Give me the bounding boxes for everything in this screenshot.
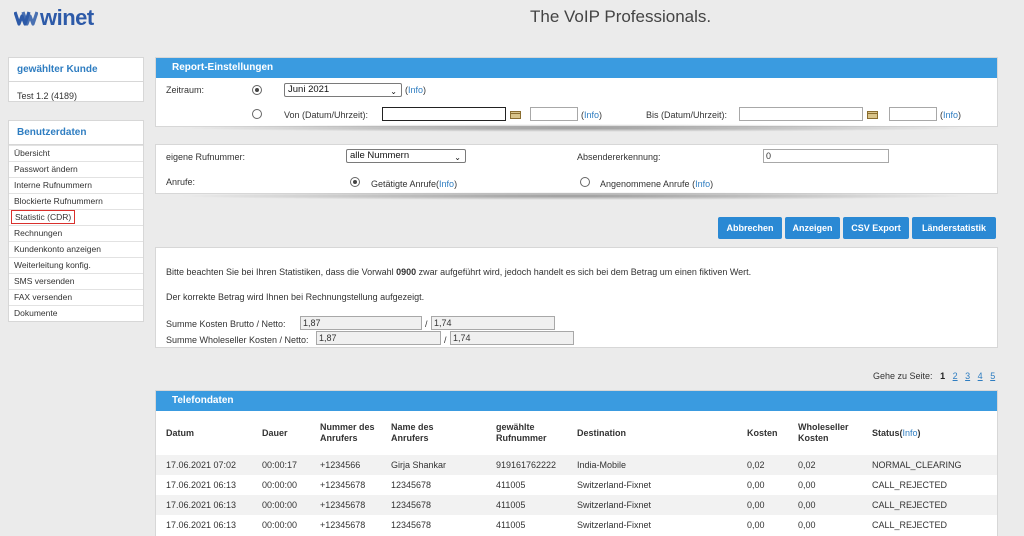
sum-slash: / (425, 319, 428, 329)
to-info-link[interactable]: Info (943, 110, 958, 120)
col-destination: Destination (577, 428, 627, 438)
panel-shadow (175, 192, 975, 200)
from-info: (Info) (581, 110, 603, 120)
winet-logo-icon (14, 11, 38, 26)
country-stats-button[interactable]: Länderstatistik (912, 217, 996, 239)
sender-input[interactable]: 0 (763, 149, 889, 163)
to-label: Bis (Datum/Uhrzeit): (646, 110, 728, 120)
phone-data-title: Telefondaten (156, 391, 997, 411)
page-4[interactable]: 4 (978, 371, 983, 381)
user-menu-title: Benutzerdaten (9, 121, 143, 145)
chevron-down-icon: ⌄ (390, 87, 397, 96)
col-dauer: Dauer (262, 428, 288, 438)
outgoing-calls-label: Getätigte Anrufe(Info) (371, 179, 458, 189)
csv-export-button[interactable]: CSV Export (843, 217, 909, 239)
table-row[interactable]: 17.06.2021 07:02 00:00:17 +1234566 Girja… (156, 455, 997, 475)
incoming-info-link[interactable]: Info (695, 179, 710, 189)
page-3[interactable]: 3 (965, 371, 970, 381)
month-info: (Info) (405, 85, 427, 95)
sidebar-item-dokumente[interactable]: Dokumente (9, 305, 143, 321)
sum-netto-field: 1,74 (431, 316, 555, 330)
outgoing-calls-radio[interactable] (350, 177, 360, 187)
sidebar-item-weiterleitung[interactable]: Weiterleitung konfig. (9, 257, 143, 273)
col-name: Name des Anrufers (391, 422, 434, 443)
report-settings-panel: Report-Einstellungen Zeitraum: Juni 2021… (155, 57, 998, 127)
col-status: Status(Info) (872, 428, 921, 438)
wholesale-slash: / (444, 335, 447, 345)
incoming-calls-radio[interactable] (580, 177, 590, 187)
sidebar-item-passwort[interactable]: Passwort ändern (9, 161, 143, 177)
col-nummer: Nummer des Anrufers (320, 422, 375, 443)
table-header-row: Datum Dauer Nummer des Anrufers Name des… (156, 411, 997, 455)
calls-label: Anrufe: (166, 177, 196, 187)
zeitraum-range-radio[interactable] (252, 109, 262, 119)
notice-panel: Bitte beachten Sie bei Ihren Statistiken… (155, 247, 998, 348)
table-row[interactable]: 17.06.2021 06:13 00:00:00 +12345678 1234… (156, 515, 997, 535)
pager: Gehe zu Seite: 1 2 3 4 5 (873, 371, 995, 381)
pager-label: Gehe zu Seite: (873, 371, 933, 381)
sidebar-item-rechnungen[interactable]: Rechnungen (9, 225, 143, 241)
sum-brutto-field: 1,87 (300, 316, 422, 330)
sidebar-item-uebersicht[interactable]: Übersicht (9, 145, 143, 161)
own-number-select[interactable]: alle Nummern ⌄ (346, 149, 466, 163)
wholesale-costs-label: Summe Wholeseller Kosten / Netto: (166, 335, 309, 345)
filter-panel: eigene Rufnummer: alle Nummern ⌄ Absende… (155, 144, 998, 194)
col-gewaehlte: gewählte Rufnummer (496, 422, 547, 443)
from-time-input[interactable] (530, 107, 578, 121)
wholesale-brutto-field: 1,87 (316, 331, 441, 345)
sidebar-item-sms[interactable]: SMS versenden (9, 273, 143, 289)
col-wholeseller: Wholeseller Kosten (798, 422, 849, 443)
phone-data-table: Datum Dauer Nummer des Anrufers Name des… (156, 411, 997, 535)
own-number-label: eigene Rufnummer: (166, 152, 246, 162)
cancel-button[interactable]: Abbrechen (718, 217, 782, 239)
table-row[interactable]: 17.06.2021 06:13 00:00:00 +12345678 1234… (156, 475, 997, 495)
customer-value: Test 1.2 (4189) (17, 91, 78, 101)
wholesale-netto-field: 1,74 (450, 331, 574, 345)
sender-label: Absendererkennung: (577, 152, 661, 162)
incoming-calls-label: Angenommene Anrufe (Info) (600, 179, 714, 189)
to-info: (Info) (940, 110, 962, 120)
from-label: Von (Datum/Uhrzeit): (284, 110, 369, 120)
customer-title: gewählter Kunde (9, 58, 143, 82)
calendar-icon[interactable] (510, 110, 521, 119)
from-date-input[interactable] (382, 107, 506, 121)
customer-box: gewählter Kunde Test 1.2 (4189) (8, 57, 144, 102)
panel-shadow (175, 124, 975, 132)
table-row[interactable]: 17.06.2021 06:13 00:00:00 +12345678 1234… (156, 495, 997, 515)
zeitraum-month-radio[interactable] (252, 85, 262, 95)
page-1[interactable]: 1 (940, 371, 945, 381)
sidebar-item-fax[interactable]: FAX versenden (9, 289, 143, 305)
user-menu: Benutzerdaten Übersicht Passwort ändern … (8, 120, 144, 322)
report-settings-title: Report-Einstellungen (156, 58, 997, 78)
calendar-icon[interactable] (867, 110, 878, 119)
outgoing-info-link[interactable]: Info (439, 179, 454, 189)
logo-text: winet (40, 5, 94, 30)
from-info-link[interactable]: Info (584, 110, 599, 120)
to-time-input[interactable] (889, 107, 937, 121)
chevron-down-icon: ⌄ (454, 153, 461, 162)
col-kosten: Kosten (747, 428, 778, 438)
sidebar-item-statistic[interactable]: Statistic (CDR) (9, 209, 143, 225)
sidebar-item-blockierte-rufnummern[interactable]: Blockierte Rufnummern (9, 193, 143, 209)
phone-data-panel: Telefondaten Datum Dauer Nummer des Anru… (155, 390, 998, 536)
month-select[interactable]: Juni 2021 ⌄ (284, 83, 402, 97)
notice-line-1: Bitte beachten Sie bei Ihren Statistiken… (166, 267, 752, 277)
page-2[interactable]: 2 (953, 371, 958, 381)
sum-costs-label: Summe Kosten Brutto / Netto: (166, 319, 286, 329)
status-info-link[interactable]: Info (903, 428, 918, 438)
sidebar-item-kundenkonto[interactable]: Kundenkonto anzeigen (9, 241, 143, 257)
notice-line-2: Der korrekte Betrag wird Ihnen bei Rechn… (166, 292, 425, 302)
show-button[interactable]: Anzeigen (785, 217, 840, 239)
zeitraum-label: Zeitraum: (166, 85, 205, 95)
page-5[interactable]: 5 (990, 371, 995, 381)
winet-logo[interactable]: winet (14, 5, 94, 30)
tagline: The VoIP Professionals. (530, 7, 712, 26)
month-info-link[interactable]: Info (408, 85, 423, 95)
col-datum: Datum (166, 428, 195, 438)
to-date-input[interactable] (739, 107, 863, 121)
sidebar-item-interne-rufnummern[interactable]: Interne Rufnummern (9, 177, 143, 193)
